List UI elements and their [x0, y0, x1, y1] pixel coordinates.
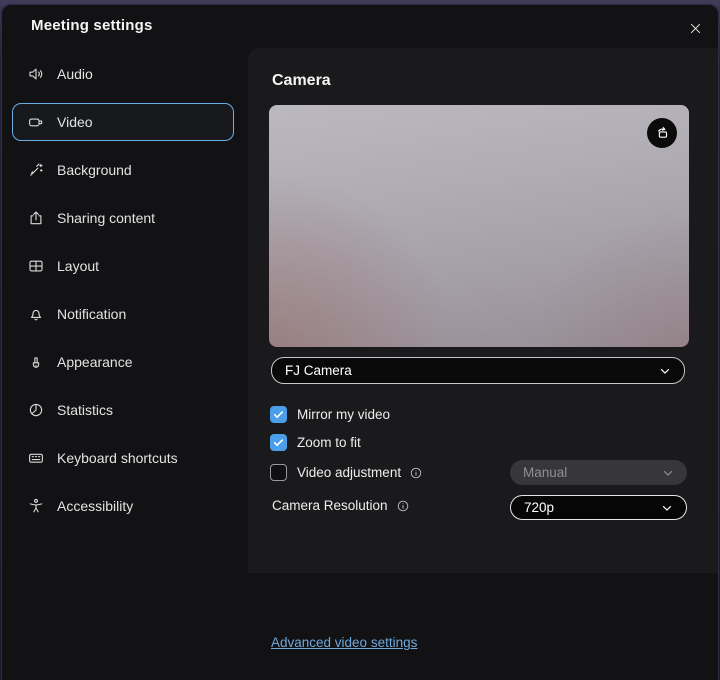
sidebar-item-label: Notification: [57, 306, 126, 322]
chevron-down-icon: [661, 466, 675, 480]
sidebar-item-label: Appearance: [57, 354, 133, 370]
flip-camera-button[interactable]: [647, 118, 677, 148]
video-adjustment-checkbox[interactable]: [270, 464, 287, 481]
sidebar-item-keyboard-shortcuts[interactable]: Keyboard shortcuts: [12, 439, 234, 477]
speaker-icon: [27, 65, 45, 83]
magic-wand-icon: [27, 161, 45, 179]
sidebar-item-notification[interactable]: Notification: [12, 295, 234, 333]
close-icon: [688, 21, 703, 36]
sidebar-item-label: Video: [57, 114, 93, 130]
settings-nav: Audio Video Background Sharing content L: [12, 55, 234, 535]
sidebar-item-statistics[interactable]: Statistics: [12, 391, 234, 429]
video-settings-panel: Camera FJ Camera Mirror my video Zoom to…: [248, 48, 719, 573]
grid-icon: [27, 257, 45, 275]
camera-resolution-label: Camera Resolution: [272, 498, 388, 513]
video-adjustment-row: Video adjustment: [270, 464, 423, 481]
close-button[interactable]: [682, 15, 708, 41]
zoom-to-fit-label: Zoom to fit: [297, 435, 361, 450]
zoom-to-fit-row: Zoom to fit: [270, 434, 361, 451]
accessibility-icon: [27, 497, 45, 515]
sidebar-item-layout[interactable]: Layout: [12, 247, 234, 285]
sidebar-item-label: Statistics: [57, 402, 113, 418]
info-icon[interactable]: [409, 466, 423, 480]
keyboard-icon: [27, 449, 45, 467]
sidebar-item-label: Audio: [57, 66, 93, 82]
check-icon: [272, 436, 285, 449]
advanced-video-settings-link[interactable]: Advanced video settings: [271, 635, 417, 650]
info-icon[interactable]: [396, 499, 410, 513]
camera-device-select[interactable]: FJ Camera: [271, 357, 685, 384]
camera-preview: [269, 105, 689, 347]
flip-camera-icon: [653, 124, 671, 142]
chevron-down-icon: [658, 364, 672, 378]
sidebar-item-label: Sharing content: [57, 210, 155, 226]
check-icon: [272, 408, 285, 421]
chevron-down-icon: [660, 501, 674, 515]
camera-device-value: FJ Camera: [285, 363, 352, 378]
camera-resolution-select[interactable]: 720p: [510, 495, 687, 520]
video-camera-icon: [27, 113, 45, 131]
video-adjustment-mode-value: Manual: [523, 465, 567, 480]
sidebar-item-label: Accessibility: [57, 498, 133, 514]
dialog-title: Meeting settings: [31, 17, 153, 34]
mirror-video-checkbox[interactable]: [270, 406, 287, 423]
meeting-settings-dialog: Meeting settings Audio Video Background: [1, 4, 719, 680]
sidebar-item-label: Background: [57, 162, 132, 178]
sidebar-item-video[interactable]: Video: [12, 103, 234, 141]
sidebar-item-accessibility[interactable]: Accessibility: [12, 487, 234, 525]
mirror-video-label: Mirror my video: [297, 407, 390, 422]
sidebar-item-sharing-content[interactable]: Sharing content: [12, 199, 234, 237]
sidebar-item-background[interactable]: Background: [12, 151, 234, 189]
paintbrush-icon: [27, 353, 45, 371]
sidebar-item-label: Layout: [57, 258, 99, 274]
share-icon: [27, 209, 45, 227]
sidebar-item-audio[interactable]: Audio: [12, 55, 234, 93]
video-adjustment-mode-select: Manual: [510, 460, 687, 485]
camera-resolution-value: 720p: [524, 500, 554, 515]
video-adjustment-label: Video adjustment: [297, 465, 401, 480]
zoom-to-fit-checkbox[interactable]: [270, 434, 287, 451]
sidebar-item-label: Keyboard shortcuts: [57, 450, 178, 466]
camera-resolution-row: Camera Resolution: [272, 498, 410, 513]
section-heading: Camera: [272, 72, 331, 90]
bell-icon: [27, 305, 45, 323]
mirror-video-row: Mirror my video: [270, 406, 390, 423]
pie-chart-icon: [27, 401, 45, 419]
sidebar-item-appearance[interactable]: Appearance: [12, 343, 234, 381]
